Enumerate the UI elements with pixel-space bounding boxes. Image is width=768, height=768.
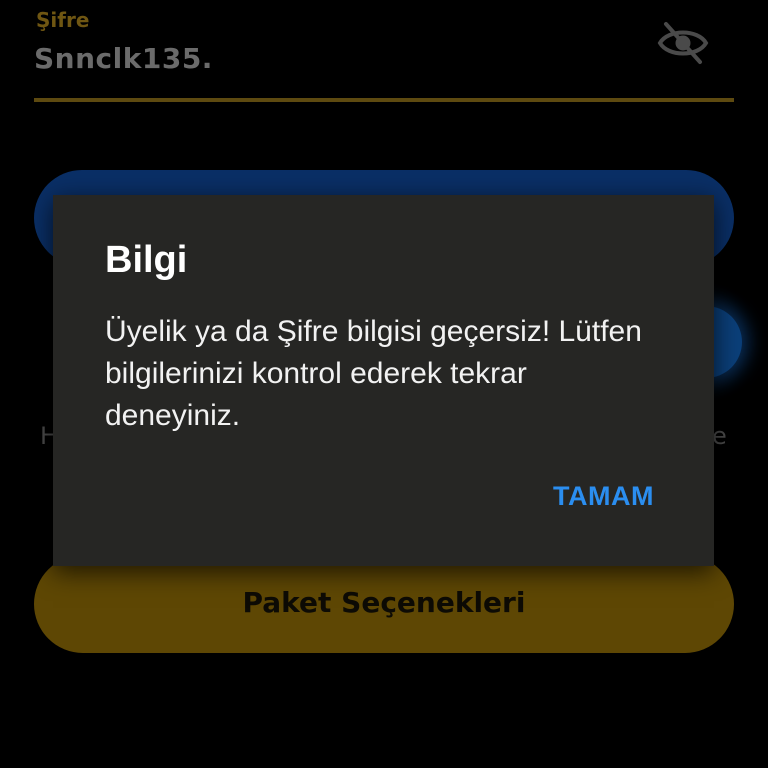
password-label: Şifre bbox=[36, 8, 90, 32]
password-underline bbox=[34, 98, 734, 102]
password-field[interactable]: Snnclk135. bbox=[34, 42, 213, 75]
dialog-ok-button[interactable]: TAMAM bbox=[553, 481, 654, 512]
package-options-label: Paket Seçenekleri bbox=[242, 586, 526, 619]
info-dialog: Bilgi Üyelik ya da Şifre bilgisi geçersi… bbox=[53, 195, 714, 566]
eye-off-icon[interactable] bbox=[656, 20, 710, 66]
hidden-text-right: e bbox=[712, 422, 727, 450]
dialog-message: Üyelik ya da Şifre bilgisi geçersiz! Lüt… bbox=[105, 315, 642, 432]
dialog-title: Bilgi bbox=[105, 239, 188, 281]
